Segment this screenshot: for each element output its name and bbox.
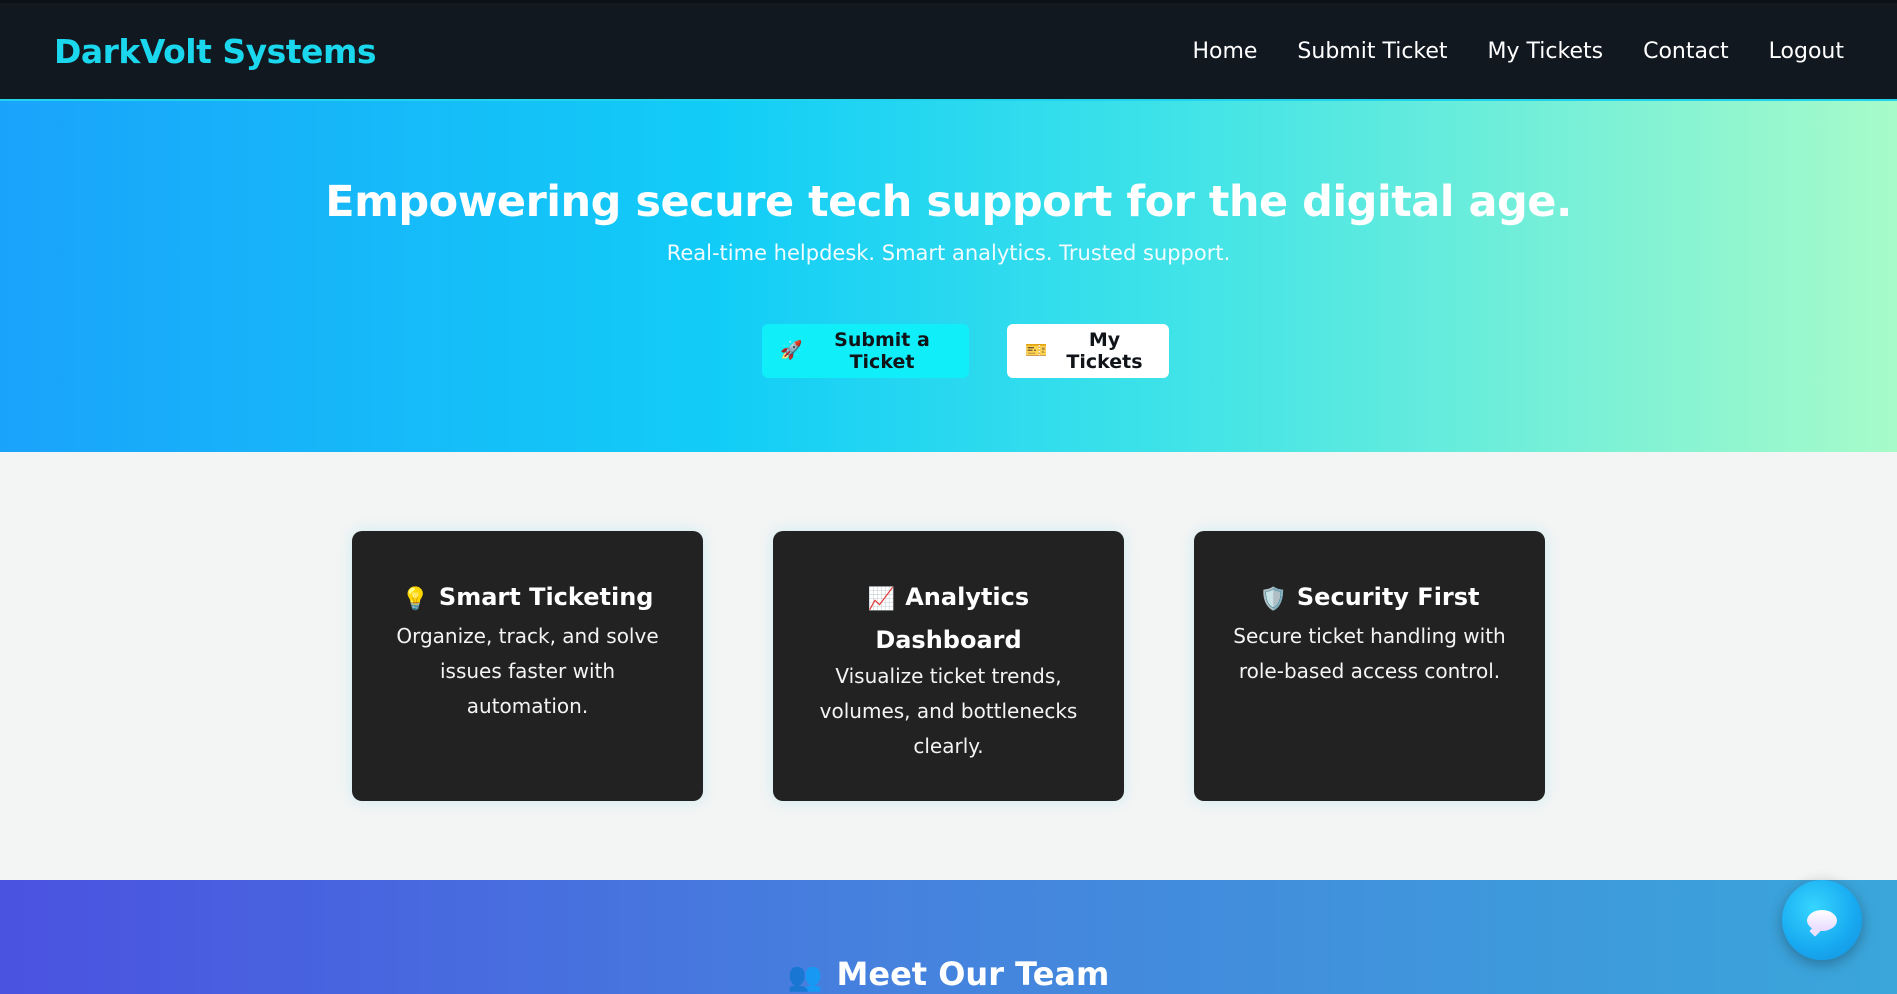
submit-ticket-button[interactable]: 🚀 Submit a Ticket <box>761 324 969 378</box>
hero-buttons: 🚀 Submit a Ticket 🎫 My Tickets <box>0 324 1897 378</box>
nav-links: Home Submit Ticket My Tickets Contact Lo… <box>1192 39 1844 64</box>
chat-button[interactable] <box>1782 880 1862 960</box>
feature-card-title-text: Security First <box>1296 583 1480 611</box>
nav-link-logout[interactable]: Logout <box>1769 39 1844 64</box>
feature-card-title-text: Smart Ticketing <box>438 583 654 611</box>
shield-icon: 🛡️ <box>1259 587 1287 612</box>
submit-ticket-button-label: Submit a Ticket <box>834 329 930 373</box>
nav-link-submit-ticket[interactable]: Submit Ticket <box>1297 39 1447 64</box>
hero-section: Empowering secure tech support for the d… <box>0 101 1897 452</box>
hero-subtitle: Real-time helpdesk. Smart analytics. Tru… <box>666 241 1231 265</box>
team-title: 👥 Meet Our Team <box>0 955 1897 993</box>
nav-link-contact[interactable]: Contact <box>1643 39 1729 64</box>
ticket-icon: 🎫 <box>1025 340 1048 361</box>
chat-bubble-icon <box>1807 909 1837 931</box>
people-icon: 👥 <box>787 960 823 993</box>
feature-card-title: 📈 Analytics Dashboard <box>801 577 1096 660</box>
feature-card-analytics-dashboard: 📈 Analytics Dashboard Visualize ticket tr… <box>773 531 1124 801</box>
feature-card-title: 🛡️ Security First <box>1222 577 1517 620</box>
features-section: 💡 Smart Ticketing Organize, track, and so… <box>0 452 1897 880</box>
top-navbar: DarkVolt Systems Home Submit Ticket My T… <box>0 0 1897 101</box>
feature-card-title: 💡 Smart Ticketing <box>380 577 675 620</box>
feature-card-text: Visualize ticket trends, volumes, and bo… <box>819 664 1078 758</box>
nav-link-home[interactable]: Home <box>1192 39 1257 64</box>
feature-card-security-first: 🛡️ Security First Secure ticket handling … <box>1194 531 1545 801</box>
feature-card-text: Secure ticket handling with role-based a… <box>1233 624 1506 683</box>
my-tickets-button[interactable]: 🎫 My Tickets <box>1006 324 1169 378</box>
nav-link-my-tickets[interactable]: My Tickets <box>1488 39 1604 64</box>
feature-card-text: Organize, track, and solve issues faster… <box>396 624 659 718</box>
feature-card-title-text: Analytics Dashboard <box>875 583 1030 654</box>
team-title-text: Meet Our Team <box>836 955 1110 993</box>
feature-card-smart-ticketing: 💡 Smart Ticketing Organize, track, and so… <box>352 531 703 801</box>
brand-logo[interactable]: DarkVolt Systems <box>54 32 376 71</box>
team-section: 👥 Meet Our Team <box>0 880 1897 994</box>
rocket-icon: 🚀 <box>780 340 803 361</box>
chart-increasing-icon: 📈 <box>867 587 896 612</box>
lightbulb-icon: 💡 <box>401 587 429 612</box>
my-tickets-button-label: My Tickets <box>1066 329 1143 373</box>
hero-title: Empowering secure tech support for the d… <box>325 177 1572 227</box>
